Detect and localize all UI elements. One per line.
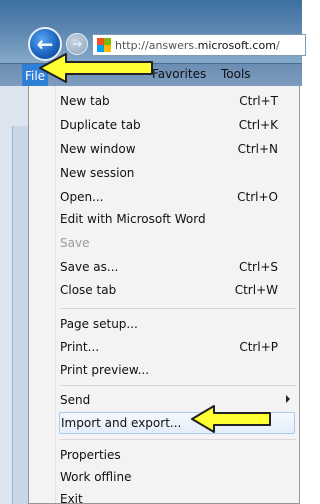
menu-item-edit-with-word[interactable]: Edit with Microsoft Word: [60, 208, 296, 230]
menu-separator: [60, 385, 296, 386]
menu-item-duplicate-tab[interactable]: Duplicate tab Ctrl+K: [60, 114, 296, 136]
forward-arrow-icon: →: [71, 37, 83, 51]
menu-tools[interactable]: Tools: [221, 67, 251, 81]
menu-separator: [60, 308, 296, 309]
menu-separator: [60, 439, 296, 440]
menu-item-save-as[interactable]: Save as... Ctrl+S: [60, 256, 296, 278]
submenu-arrow-icon: [286, 395, 290, 403]
menu-item-properties[interactable]: Properties: [60, 444, 296, 466]
menu-item-print[interactable]: Print... Ctrl+P: [60, 336, 296, 358]
menu-item-exit[interactable]: Exit: [60, 488, 296, 504]
menu-item-print-preview[interactable]: Print preview...: [60, 359, 296, 381]
microsoft-favicon-icon: [97, 38, 111, 52]
yellow-pointer-arrow-icon: [39, 53, 153, 83]
file-menu-dropdown: New tab Ctrl+T Duplicate tab Ctrl+K New wi…: [28, 86, 300, 504]
url-text: http://answers.microsoft.com/: [115, 38, 280, 52]
menu-item-new-tab[interactable]: New tab Ctrl+T: [60, 90, 296, 112]
yellow-pointer-arrow-icon: [191, 405, 271, 433]
shortcut: Ctrl+W: [234, 283, 278, 297]
shortcut: Ctrl+S: [238, 260, 278, 274]
shortcut: Ctrl+K: [238, 118, 278, 132]
menu-item-save: Save: [60, 236, 90, 250]
shortcut: Ctrl+P: [239, 340, 278, 354]
menu-item-page-setup[interactable]: Page setup...: [60, 313, 296, 335]
menu-item-open[interactable]: Open... Ctrl+O: [60, 186, 296, 208]
menu-favorites[interactable]: Favorites: [152, 67, 206, 81]
menu-item-work-offline[interactable]: Work offline: [60, 466, 296, 488]
menu-item-new-window[interactable]: New window Ctrl+N: [60, 138, 296, 160]
shortcut: Ctrl+O: [237, 190, 278, 204]
menu-item-new-session[interactable]: New session: [60, 162, 296, 184]
menu-item-close-tab[interactable]: Close tab Ctrl+W: [60, 279, 296, 301]
shortcut: Ctrl+T: [239, 94, 278, 108]
page-background-strip: [0, 86, 28, 504]
shortcut: Ctrl+N: [237, 142, 278, 156]
